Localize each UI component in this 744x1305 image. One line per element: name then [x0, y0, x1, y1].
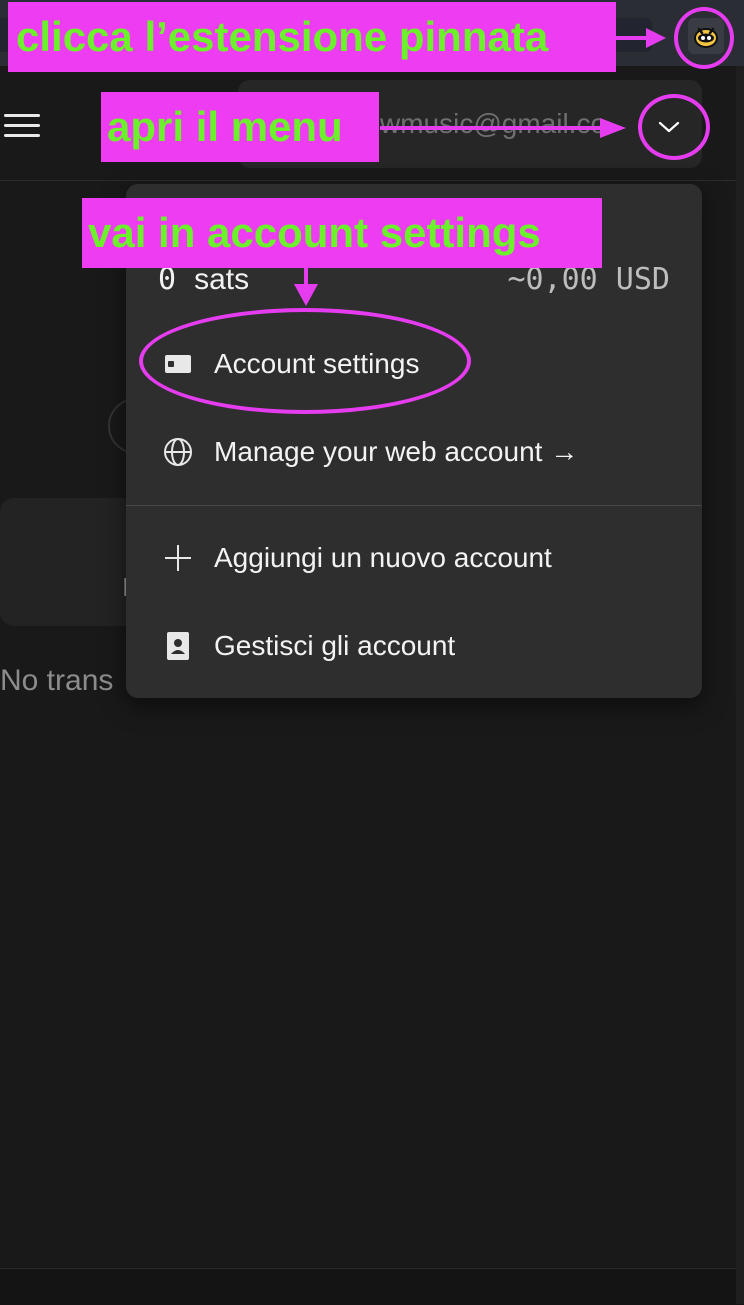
annotation-ring-account-settings: [139, 308, 471, 414]
menu-divider: [126, 505, 702, 506]
annotation-step-1: clicca l’estensione pinnata: [8, 2, 616, 72]
menu-item-label: Manage your web account →: [214, 436, 579, 467]
plus-icon: [162, 542, 194, 574]
menu-item-label: Aggiungi un nuovo account: [214, 542, 552, 573]
no-transactions-text: No trans: [0, 664, 114, 697]
globe-icon: [162, 436, 194, 468]
contacts-book-icon: [162, 630, 194, 662]
annotation-step-2: apri il menu: [101, 92, 379, 162]
popup-scroll-gutter: [736, 66, 744, 1304]
menu-item-manage-web-account[interactable]: Manage your web account →: [126, 412, 702, 492]
menu-item-add-account[interactable]: Aggiungi un nuovo account: [126, 518, 702, 598]
menu-item-manage-accounts[interactable]: Gestisci gli account: [126, 606, 702, 686]
annotation-step-3: vai in account settings: [82, 198, 602, 268]
hamburger-menu-icon[interactable]: [4, 114, 40, 137]
annotation-ring-extension: [674, 7, 734, 69]
popup-bottom-edge: [0, 1268, 626, 1305]
annotation-ring-dropdown: [638, 94, 710, 160]
menu-item-label: Gestisci gli account: [214, 630, 456, 661]
account-email: wmusic@gmail.co: [380, 108, 607, 139]
